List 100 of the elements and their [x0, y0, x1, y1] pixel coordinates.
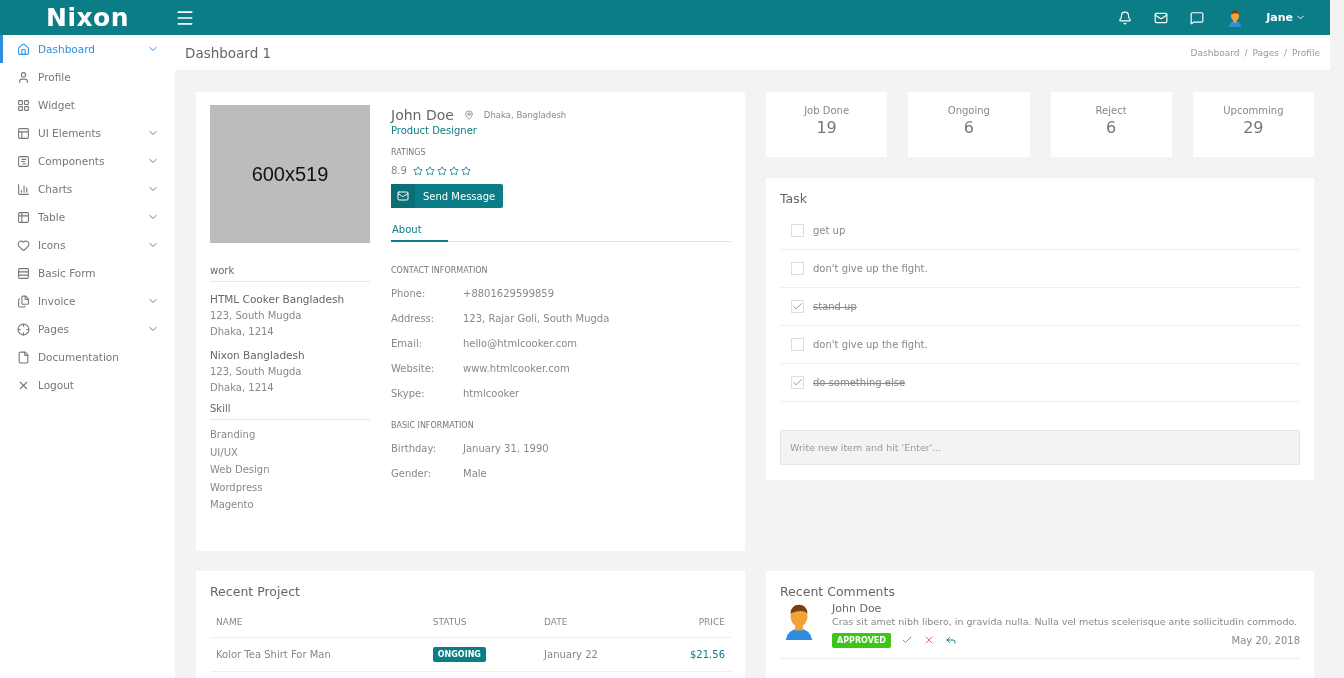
sidebar-item[interactable]: Charts: [0, 175, 175, 203]
task-text: get up: [813, 225, 846, 236]
breadcrumb-separator: /: [1244, 47, 1248, 58]
star-icon: [460, 165, 471, 176]
comment-date: May 20, 2018: [1231, 634, 1300, 646]
chat-icon[interactable]: [1190, 10, 1205, 25]
rating-value: 8.9: [391, 165, 407, 176]
task-text: do something else: [813, 377, 906, 388]
breadcrumb-link[interactable]: Pages: [1252, 47, 1279, 58]
star-icon: [436, 165, 447, 176]
sidebar-item[interactable]: Profile: [0, 63, 175, 91]
info-value: 123, Rajar Goli, South Mugda: [463, 313, 610, 326]
bar-chart-icon: [17, 182, 30, 196]
address-line: Dhaka, 1214: [210, 382, 275, 393]
logo[interactable]: Nixon: [0, 3, 175, 32]
checkbox[interactable]: [791, 224, 804, 237]
task-text: don't give up the fight.: [813, 339, 928, 350]
column-header: NAME: [210, 607, 427, 638]
sidebar-item[interactable]: Table: [0, 203, 175, 231]
section-heading: Skill: [210, 403, 370, 420]
page-title: Dashboard 1: [185, 44, 272, 61]
stat-label: Job Done: [804, 105, 850, 116]
location: Dhaka, Bangladesh: [483, 110, 567, 120]
mail-icon[interactable]: [1154, 10, 1169, 25]
home-icon: [17, 42, 30, 56]
sidebar-item[interactable]: Components: [0, 147, 175, 175]
sidebar-item[interactable]: Pages: [0, 315, 175, 343]
column-header: PRICE: [650, 607, 731, 638]
breadcrumb-link[interactable]: Dashboard: [1190, 47, 1240, 58]
address-line: 123, South Mugda: [210, 366, 303, 377]
column-header: STATUS: [426, 607, 539, 638]
ratings-label: RATINGS: [391, 148, 427, 157]
grid-icon: [17, 98, 30, 112]
comment-text: Cras sit amet nibh libero, in gravida nulla. Nulla vel metus scelerisque ante sollicitudin commodo.: [832, 617, 1299, 628]
checkbox[interactable]: [791, 376, 804, 389]
sidebar-item[interactable]: Icons: [0, 231, 175, 259]
pin-icon: [463, 110, 474, 120]
card-title: Recent Project: [210, 584, 301, 599]
address-line: Dhaka, 1214: [210, 326, 275, 337]
sidebar-item[interactable]: Documentation: [0, 343, 175, 371]
stat-label: Ongoing: [947, 105, 990, 116]
column-header: DATE: [538, 607, 651, 638]
checkbox[interactable]: [791, 262, 804, 275]
info-value: Male: [463, 468, 487, 481]
commenter-name: John Doe: [832, 602, 883, 615]
sidebar-item[interactable]: Widget: [0, 91, 175, 119]
section-heading: work: [210, 265, 370, 282]
bell-icon[interactable]: [1118, 10, 1133, 25]
status-badge: APPROVED: [832, 632, 891, 648]
stat-value: 6: [1106, 118, 1117, 137]
user-icon: [17, 70, 30, 84]
sidebar-item[interactable]: Logout: [0, 371, 175, 399]
checkbox[interactable]: [791, 300, 804, 313]
task-text: stand up: [813, 301, 857, 312]
stat-value: 19: [816, 118, 837, 137]
profile-name: John Doe: [391, 107, 454, 123]
mail-icon: [391, 184, 415, 208]
table-cell: January 22: [538, 637, 651, 672]
section-heading: CONTACT INFORMATION: [391, 266, 489, 275]
heart-icon: [17, 238, 30, 252]
skill-item: Web Design: [210, 464, 271, 477]
section-heading: BASIC INFORMATION: [391, 421, 475, 430]
crosshair-icon: [17, 322, 30, 336]
info-value: January 31, 1990: [463, 443, 549, 456]
star-icon: [424, 165, 435, 176]
table-cell: Kolor Tea Shirt For Man: [210, 637, 427, 672]
info-value: hello@htmlcooker.com: [463, 338, 577, 351]
info-value: +8801629599859: [463, 288, 555, 301]
skill-item: Branding: [210, 429, 257, 442]
info-value: www.htmlcooker.com: [463, 363, 570, 376]
rows-icon: [17, 266, 30, 280]
skill-item: UI/UX: [210, 446, 239, 460]
stat-label: Upcomming: [1223, 105, 1284, 116]
tab[interactable]: About: [391, 224, 448, 242]
info-label: Address:: [391, 313, 436, 326]
info-label: Birthday:: [391, 443, 438, 456]
address-line: 123, South Mugda: [210, 310, 303, 321]
sidebar-item[interactable]: Invoice: [0, 287, 175, 315]
sidebar-item[interactable]: UI Elements: [0, 119, 175, 147]
job-title: Product Designer: [391, 125, 478, 136]
send-message-button[interactable]: Send Message: [391, 184, 504, 208]
stat-value: 29: [1243, 118, 1264, 137]
status-badge: ONGOING: [432, 647, 486, 662]
file-icon: [17, 350, 30, 364]
user-menu[interactable]: Jane: [1266, 11, 1306, 24]
info-label: Website:: [391, 363, 436, 376]
new-task-field[interactable]: Write new item and hit 'Enter'...: [780, 430, 1300, 465]
info-value: htmlcooker: [463, 388, 520, 401]
breadcrumb-link[interactable]: Profile: [1292, 47, 1320, 58]
stat-value: 6: [963, 118, 974, 137]
table-cell: $21.56: [650, 637, 731, 672]
info-label: Phone:: [391, 288, 427, 301]
sidebar-item[interactable]: Basic Form: [0, 259, 175, 287]
star-icon: [448, 165, 459, 176]
placeholder-label: 600x519: [251, 162, 329, 186]
table-icon: [17, 210, 30, 224]
info-label: Gender:: [391, 468, 433, 481]
checkbox[interactable]: [791, 338, 804, 351]
layout-icon: [17, 126, 30, 140]
star-icon: [412, 165, 423, 176]
